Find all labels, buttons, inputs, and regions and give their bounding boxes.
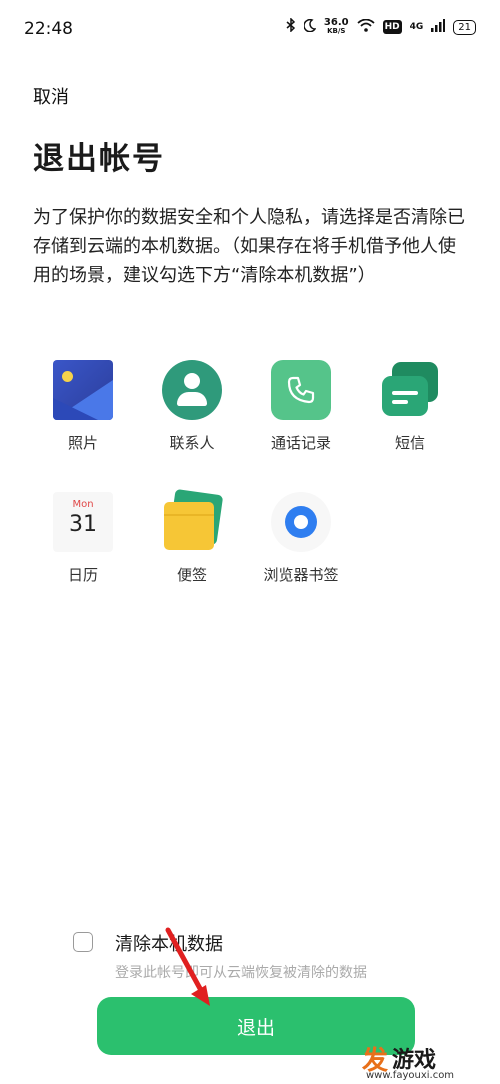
app-contacts: 联系人 xyxy=(142,360,242,453)
messages-icon xyxy=(380,360,440,420)
app-label: 联系人 xyxy=(169,434,215,452)
app-messages: 短信 xyxy=(360,360,460,453)
wifi-icon xyxy=(357,18,375,36)
app-calendar: Mon 31 日历 xyxy=(33,492,133,585)
browser-icon xyxy=(271,492,331,552)
page-title: 退出帐号 xyxy=(33,141,165,177)
net-speed-value: 36.0 xyxy=(323,17,349,28)
app-notes: 便签 xyxy=(142,488,242,585)
site-watermark: 发 游戏 www.fayouxi.com xyxy=(358,1034,500,1084)
app-label: 日历 xyxy=(67,566,98,584)
net-speed: 36.0 KB/S xyxy=(324,18,349,36)
app-browser-bookmarks: 浏览器书签 xyxy=(251,492,351,585)
calendar-icon: Mon 31 xyxy=(53,492,113,552)
calendar-icon-day: 31 xyxy=(69,512,97,537)
battery-indicator: 21 xyxy=(453,19,476,35)
contacts-icon xyxy=(162,360,222,420)
photos-icon xyxy=(53,360,113,420)
status-bar: 22:48 36.0 KB/S HD 4G 21 xyxy=(0,0,500,60)
phone-icon xyxy=(271,360,331,420)
calendar-icon-month: Mon xyxy=(72,499,94,510)
status-icons: 36.0 KB/S HD 4G 21 xyxy=(286,17,476,36)
app-label: 便签 xyxy=(176,566,207,584)
status-time: 22:48 xyxy=(24,19,73,39)
clear-data-hint: 登录此帐号即可从云端恢复被清除的数据 xyxy=(115,965,367,981)
app-label: 浏览器书签 xyxy=(263,566,339,584)
watermark-url: www.fayouxi.com xyxy=(366,1070,455,1081)
app-photos: 照片 xyxy=(33,360,133,453)
signal-icon xyxy=(431,18,446,36)
app-label: 通话记录 xyxy=(270,434,331,452)
moon-icon xyxy=(303,18,317,36)
hd-badge: HD xyxy=(382,20,402,34)
net-speed-unit: KB/S xyxy=(327,27,346,35)
app-call-log: 通话记录 xyxy=(251,360,351,453)
app-label: 短信 xyxy=(394,434,425,452)
notes-icon xyxy=(162,488,224,552)
description-text: 为了保护你的数据安全和个人隐私，请选择是否清除已存储到云端的本机数据。（如果存在… xyxy=(33,207,465,286)
clear-data-label[interactable]: 清除本机数据 xyxy=(115,930,223,956)
app-label: 照片 xyxy=(67,434,98,452)
bluetooth-icon xyxy=(286,17,296,36)
cancel-button[interactable]: 取消 xyxy=(33,83,69,109)
network-type: 4G xyxy=(409,22,424,32)
clear-data-checkbox[interactable] xyxy=(73,932,93,952)
